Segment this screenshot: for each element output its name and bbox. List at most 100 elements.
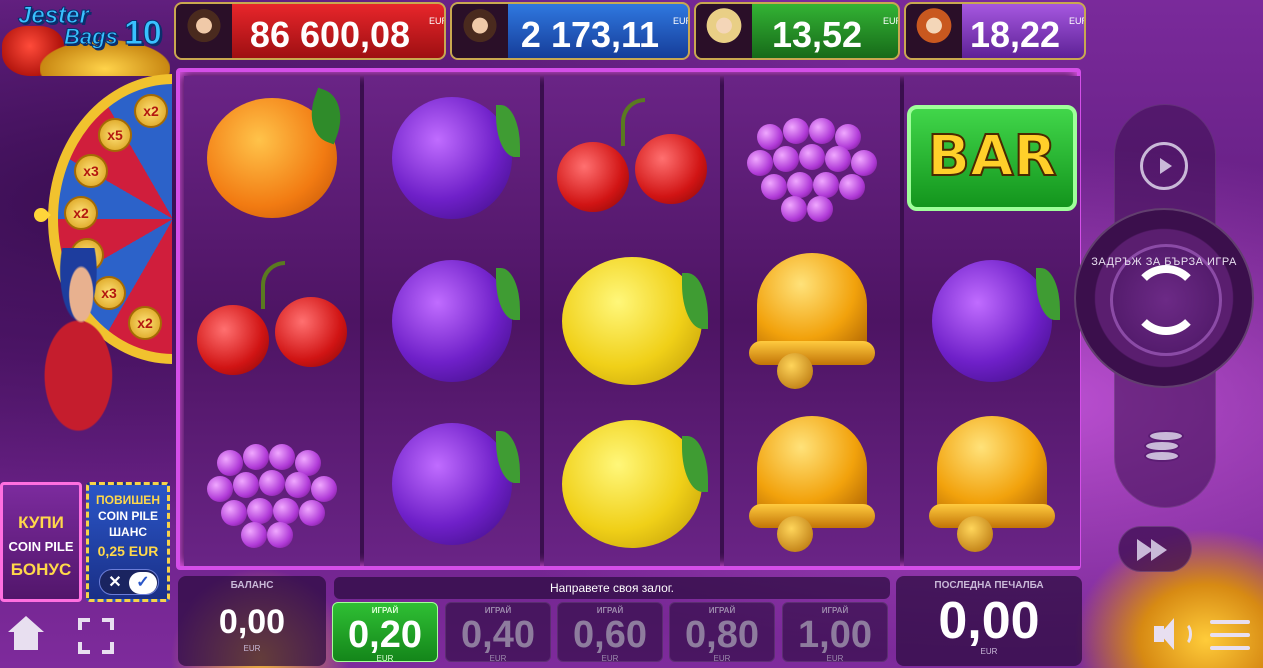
bet-value: 0,20 [348,614,422,656]
chance-line2: COIN PILE [97,509,158,523]
reel-cell [184,76,360,239]
toggle-off-icon[interactable]: ✕ [101,572,129,594]
spin-caption: ЗАДРЪЖ ЗА БЪРЗА ИГРА [1091,256,1237,268]
reels-area: BAR [176,68,1081,570]
cherry-symbol [197,260,347,381]
reel-cell [544,76,720,239]
jackpot-currency: EUR [1069,16,1084,26]
reel-cell [544,402,720,565]
jackpot-value: 18,22 [969,14,1061,55]
plum-symbol [392,259,520,382]
spin-icon [1131,265,1201,335]
wheel-multiplier: x3 [74,154,108,188]
reel-5: BAR [904,76,1080,566]
reel-3 [544,76,720,566]
reel-cell [724,402,900,565]
play-icon [1160,158,1172,174]
bell-symbol [929,415,1055,552]
bet-button[interactable]: ИГРАЙ 0,40 EUR [445,602,551,663]
sound-icon[interactable] [1150,614,1194,658]
spin-button[interactable] [1074,208,1254,388]
grapes-symbol [197,420,347,548]
plum-symbol [392,96,520,219]
bet-value: 0,60 [573,614,647,656]
avatar [452,4,508,58]
jackpot-bar: 86 600,08 EUR 2 173,11 EUR 13,52 EUR 18,… [174,2,1086,60]
lemon-symbol [562,419,708,548]
last-win-value: 0,00 [938,592,1040,650]
jackpot-value: 86 600,08 [249,14,411,55]
last-win-currency: EUR [980,647,998,656]
grapes-symbol [737,94,887,222]
menu-icon[interactable] [1208,614,1252,658]
last-win-label: ПОСЛЕДНА ПЕЧАЛБА [934,580,1044,591]
bet-button[interactable]: ИГРАЙ 0,80 EUR [669,602,775,663]
reel-cell [364,402,540,565]
buy-bonus-button[interactable]: КУПИ COIN PILE БОНУС [0,482,82,602]
reel-cell [184,239,360,402]
toggle-on-icon[interactable]: ✓ [129,572,157,594]
status-message: Направете своя залог. [334,577,890,599]
bet-value: 0,80 [685,614,759,656]
reel-cell [184,402,360,565]
bet-button[interactable]: ИГРАЙ 0,20 EUR [332,602,438,663]
wheel-multiplier: x2 [134,94,168,128]
jackpot-value: 13,52 [771,14,863,55]
lemon-symbol [562,256,708,385]
autoplay-button[interactable] [1134,138,1194,194]
home-icon[interactable] [4,612,48,656]
bet-button[interactable]: ИГРАЙ 1,00 EUR [782,602,888,663]
balance-panel: БАЛАНС 0,00 EUR [178,576,326,666]
reel-1 [184,76,360,566]
turbo-icon [1151,539,1167,561]
avatar [906,4,962,58]
orange-symbol [207,97,337,218]
bar-symbol: BAR [907,104,1077,211]
chance-line3: ШАНС [108,525,148,539]
jackpot-currency: EUR [673,16,688,26]
jester-character [0,248,140,480]
jackpot-purple: 18,22 EUR [904,2,1086,60]
jackpot-currency: EUR [429,16,444,26]
coins-icon [1144,450,1180,462]
jackpot-currency: EUR [883,16,898,26]
turbo-button[interactable] [1118,526,1192,572]
jackpot-red: 86 600,08 EUR [174,2,446,60]
reel-4 [724,76,900,566]
balance-value: 0,00 [218,603,286,641]
buy-bonus-line3: БОНУС [10,560,72,579]
bell-symbol [749,415,875,552]
logo-number: 10 [124,14,163,53]
bet-button[interactable]: ИГРАЙ 0,60 EUR [557,602,663,663]
avatar [696,4,752,58]
coins-button[interactable] [1140,424,1190,474]
reel-2 [364,76,540,566]
chance-price: 0,25 EUR [97,543,159,559]
bet-value: 0,40 [461,614,535,656]
buy-bonus-line1: КУПИ [18,513,64,532]
bet-value: 1,00 [798,614,872,656]
reel-cell [364,239,540,402]
reel-cell [724,76,900,239]
jackpot-value: 2 173,11 [520,14,660,55]
game-logo: Jester Bags 10 [0,0,172,78]
chance-toggle[interactable]: ✕ ✓ [99,569,159,595]
reel-cell [904,239,1080,402]
logo-title-line2: Bags [64,24,119,50]
jackpot-green: 13,52 EUR [694,2,900,60]
jackpot-blue: 2 173,11 EUR [450,2,690,60]
balance-currency: EUR [243,644,261,653]
avatar [176,4,232,58]
wheel-multiplier: x5 [98,118,132,152]
reel-cell [724,239,900,402]
reel-cell [544,239,720,402]
balance-label: БАЛАНС [230,580,274,591]
plum-symbol [392,422,520,545]
fullscreen-icon[interactable] [74,614,118,658]
cherry-symbol [557,97,707,218]
bell-symbol [749,252,875,389]
last-win-panel: ПОСЛЕДНА ПЕЧАЛБА 0,00 EUR [896,576,1082,666]
reel-cell [904,402,1080,565]
chance-line1: ПОВИШЕН [96,493,160,507]
wheel-multiplier: x2 [64,196,98,230]
